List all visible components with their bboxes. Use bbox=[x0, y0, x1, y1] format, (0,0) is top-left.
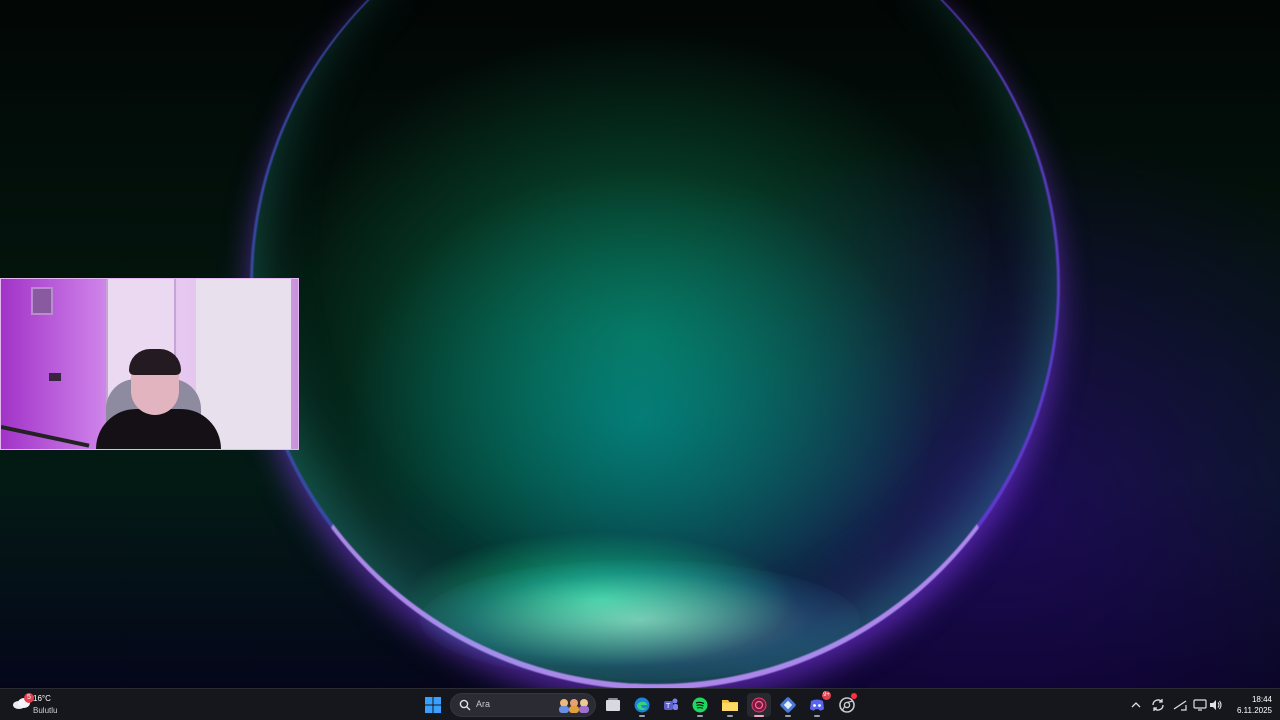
webcam-wall-frame bbox=[31, 287, 53, 315]
clock-date: 6.11.2025 bbox=[1237, 706, 1272, 715]
edge-browser-icon bbox=[634, 697, 650, 713]
spotify-icon bbox=[692, 697, 708, 713]
volume-icon bbox=[1210, 700, 1222, 710]
discord-icon bbox=[810, 699, 824, 711]
desktop-wallpaper[interactable] bbox=[0, 0, 1280, 688]
show-hidden-icons-button[interactable] bbox=[1128, 697, 1144, 713]
edge-button[interactable] bbox=[630, 693, 654, 717]
weather-widget[interactable]: 5 16°C Bulutlu bbox=[10, 692, 90, 718]
display-icon bbox=[1193, 699, 1207, 711]
network-icon bbox=[1173, 700, 1187, 711]
running-indicator bbox=[727, 715, 733, 717]
task-view-button[interactable] bbox=[601, 693, 625, 717]
running-indicator bbox=[639, 715, 645, 717]
chevron-up-icon bbox=[1131, 702, 1141, 708]
search-icon bbox=[459, 699, 471, 711]
display-tray-button[interactable] bbox=[1192, 697, 1208, 713]
teams-button[interactable]: T bbox=[659, 693, 683, 717]
webcam-mic-arm bbox=[1, 425, 90, 448]
sync-tray-button[interactable] bbox=[1150, 697, 1166, 713]
recorder-icon bbox=[751, 697, 767, 713]
discord-button[interactable]: 9+ bbox=[805, 691, 831, 717]
network-tray-button[interactable] bbox=[1172, 697, 1188, 713]
launcher-icon bbox=[780, 697, 796, 713]
folder-icon bbox=[722, 700, 738, 711]
search-placeholder: Ara bbox=[476, 699, 491, 709]
start-button[interactable] bbox=[421, 693, 445, 717]
spotify-button[interactable] bbox=[688, 693, 712, 717]
teams-icon: T bbox=[664, 698, 678, 710]
launcher-button[interactable] bbox=[776, 693, 800, 717]
webcam-person-body bbox=[96, 409, 221, 449]
chrome-alert-dot bbox=[851, 693, 857, 699]
sync-icon bbox=[1152, 699, 1164, 711]
clock-time: 18:44 bbox=[1251, 695, 1272, 704]
running-indicator bbox=[785, 715, 791, 717]
webcam-overlay bbox=[0, 278, 299, 450]
weather-temperature: 16°C bbox=[33, 694, 51, 703]
file-explorer-button[interactable] bbox=[718, 693, 742, 717]
running-indicator bbox=[697, 715, 703, 717]
wallpaper-glow bbox=[420, 560, 860, 680]
search-highlight-people-icon bbox=[559, 699, 589, 713]
chrome-icon bbox=[839, 697, 855, 713]
weather-condition: Bulutlu bbox=[33, 706, 58, 715]
chrome-button[interactable] bbox=[835, 693, 859, 717]
taskbar: 5 16°C Bulutlu Ara T 9+ 18:44 6.11.2025 bbox=[0, 688, 1280, 720]
running-indicator bbox=[814, 715, 820, 717]
discord-notification-badge: 9+ bbox=[822, 691, 831, 700]
recorder-button[interactable] bbox=[747, 693, 771, 717]
clock[interactable]: 18:44 6.11.2025 bbox=[1228, 694, 1272, 716]
active-indicator bbox=[754, 715, 764, 717]
webcam-light-switch bbox=[49, 373, 61, 381]
task-view-icon bbox=[606, 698, 620, 711]
svg-text:T: T bbox=[665, 702, 671, 710]
search-box[interactable]: Ara bbox=[450, 693, 596, 717]
webcam-person-hair bbox=[129, 349, 181, 375]
windows-logo-icon bbox=[425, 697, 441, 713]
volume-tray-button[interactable] bbox=[1208, 697, 1224, 713]
